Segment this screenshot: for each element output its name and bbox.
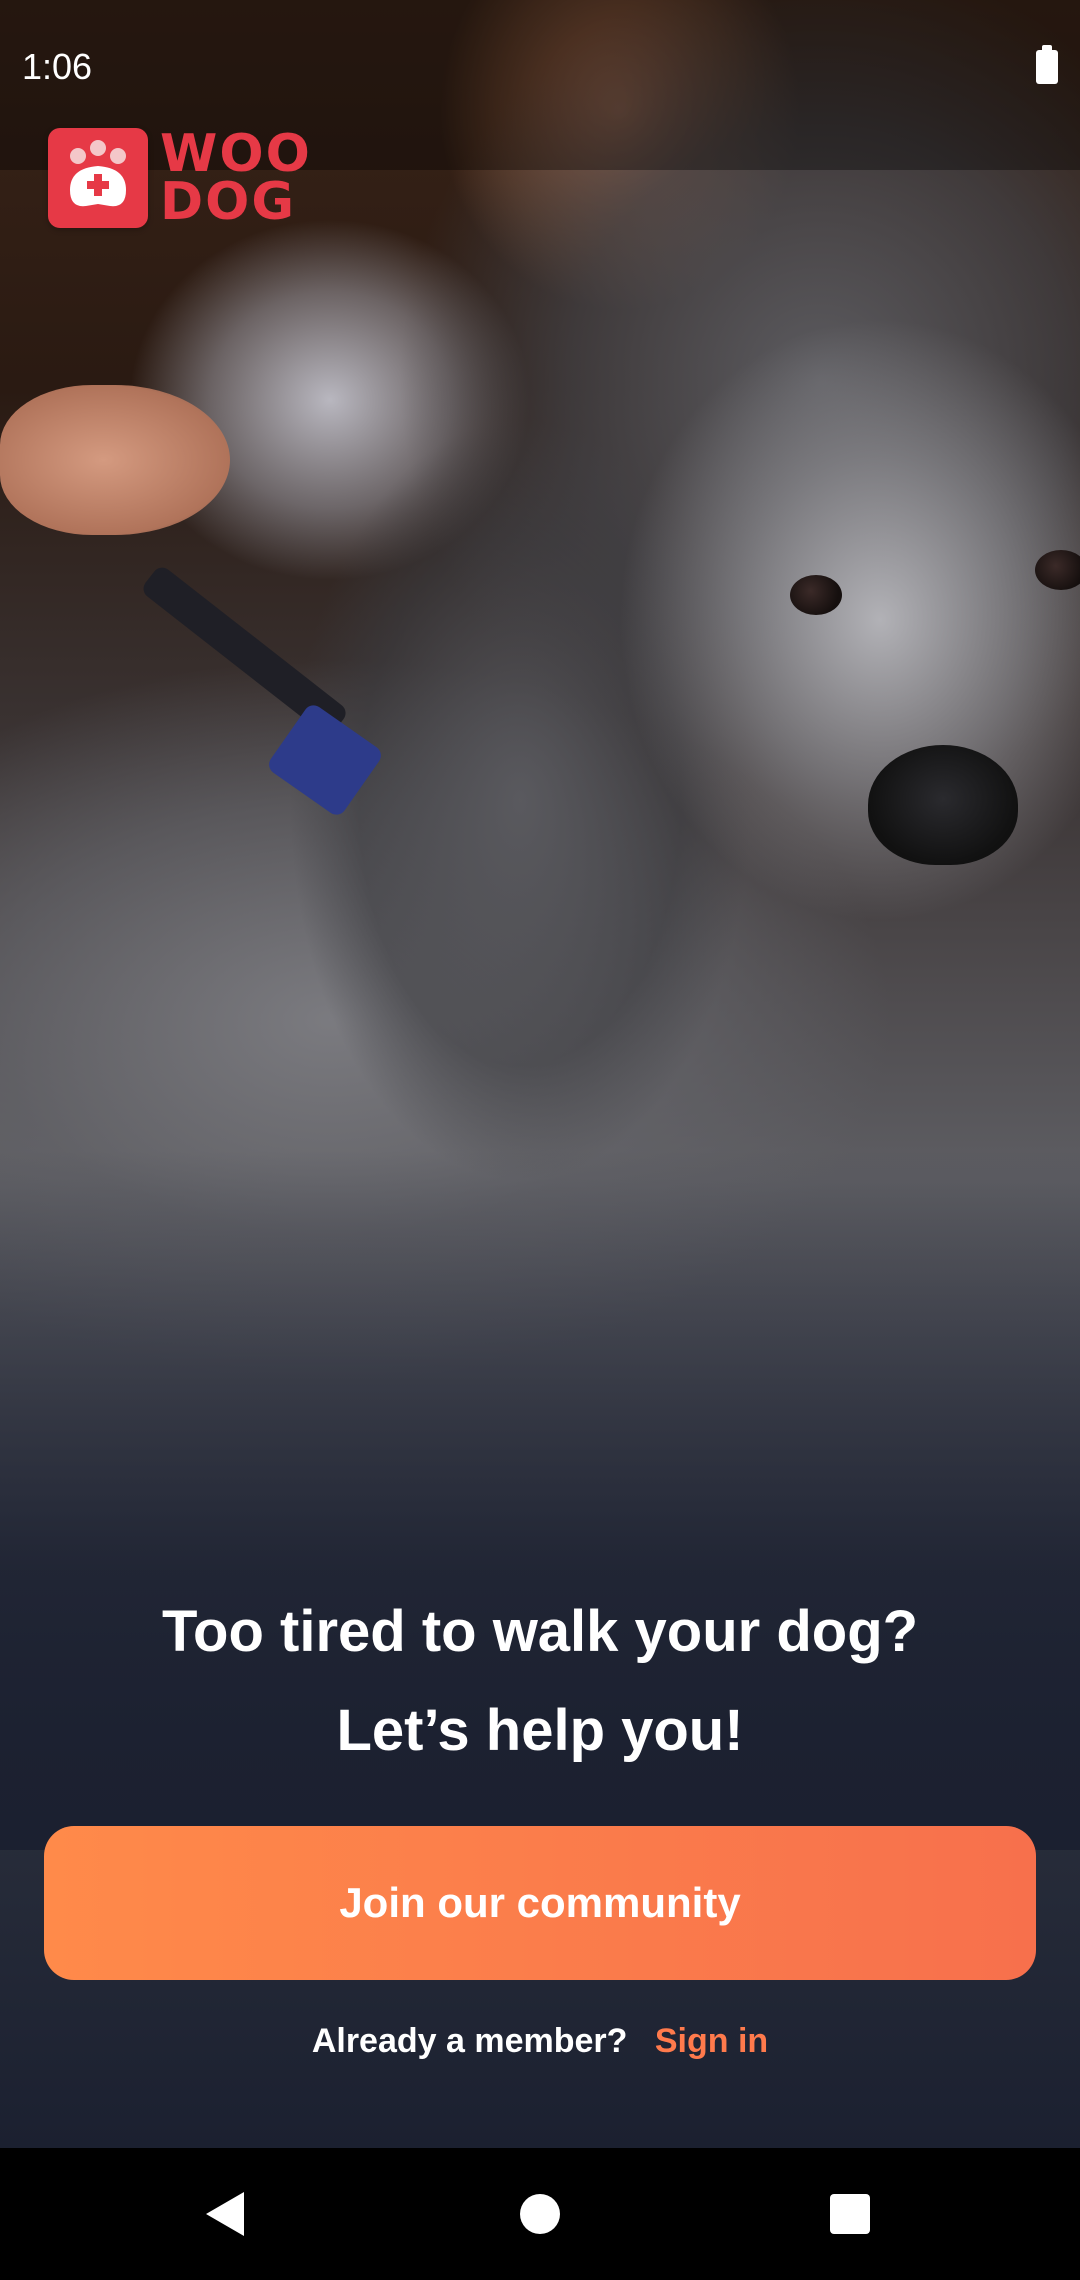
- headline-line1: Too tired to walk your dog?: [161, 1599, 919, 1664]
- recents-icon[interactable]: [830, 2194, 870, 2234]
- back-icon[interactable]: [206, 2192, 244, 2236]
- signin-row: Already a member? Sign in: [0, 2022, 1080, 2061]
- logo-text-line1: WOO: [160, 124, 312, 184]
- app-logo: WOO DOG: [48, 128, 312, 228]
- grooming-brush-tip: [265, 701, 385, 819]
- dog-eye-left: [790, 575, 842, 615]
- app-logo-text: WOO DOG: [160, 124, 312, 232]
- groomer-hand: [0, 385, 230, 535]
- battery-icon: [1036, 45, 1058, 84]
- system-navigation-bar: [0, 2148, 1080, 2280]
- home-icon[interactable]: [520, 2194, 560, 2234]
- dog-eye-right: [1035, 550, 1080, 590]
- signin-prompt: Already a member?: [311, 2022, 628, 2060]
- join-community-button[interactable]: Join our community: [44, 1826, 1036, 1980]
- dog-nose: [868, 745, 1018, 865]
- paw-medical-icon: [48, 128, 148, 228]
- logo-text-line2: DOG: [160, 172, 297, 232]
- headline-line2: Let’s help you!: [336, 1698, 744, 1763]
- status-time: 1:06: [22, 46, 93, 87]
- signin-link[interactable]: Sign in: [655, 2022, 768, 2060]
